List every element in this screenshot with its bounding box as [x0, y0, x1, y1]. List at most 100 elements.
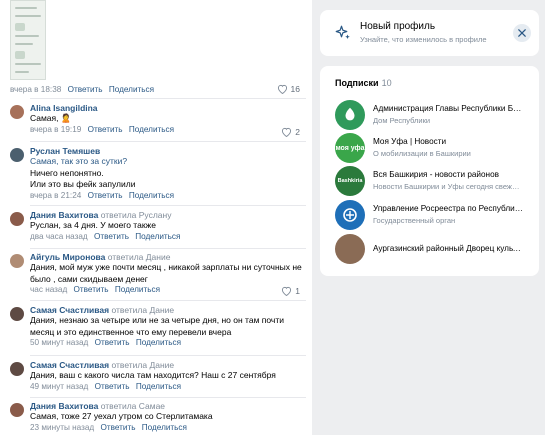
- community-avatar: [335, 200, 365, 230]
- emblem-icon: [343, 208, 357, 222]
- like-count: 2: [295, 127, 300, 137]
- community-name: Вся Башкирия - новости районов: [373, 170, 499, 179]
- like-button[interactable]: 2: [281, 127, 300, 137]
- comment-author[interactable]: Айгуль Миронова: [30, 252, 105, 262]
- community-description: О мобилизации в Башкирии: [373, 149, 471, 158]
- comment-text: Дания, незнаю за четыре или не за четыре…: [30, 315, 305, 338]
- right-sidebar: Новый профиль Узнайте, что изменилось в …: [320, 0, 545, 435]
- like-button[interactable]: 16: [277, 84, 300, 94]
- avatar[interactable]: [10, 105, 24, 119]
- community-name: Управление Росреестра по Республик…: [373, 204, 523, 213]
- reply-link[interactable]: Ответить: [94, 232, 129, 241]
- comment-time: вчера в 19:19: [30, 124, 82, 134]
- reply-link[interactable]: Ответить: [100, 423, 135, 432]
- comment-line: Дания, мой муж уже почти месяц , никакой…: [30, 262, 302, 272]
- community-description: Государственный орган: [373, 216, 456, 225]
- heart-icon: [282, 127, 292, 137]
- avatar[interactable]: [10, 403, 24, 417]
- separator: [30, 355, 306, 356]
- comment-time: час назад: [30, 285, 68, 294]
- subscription-item[interactable]: Аургазинский районный Дворец культ…: [335, 234, 535, 264]
- subscription-item[interactable]: моя уфа Моя Уфа | Новости О мобилизации …: [335, 133, 535, 163]
- community-name: Аургазинский районный Дворец культ…: [373, 244, 523, 253]
- post-image-thumbnail[interactable]: [10, 0, 46, 80]
- comment-author[interactable]: Дания Вахитова: [30, 401, 98, 411]
- subscription-item[interactable]: Bashkiria Вся Башкирия - новости районов…: [335, 166, 535, 196]
- share-link[interactable]: Поделиться: [135, 232, 180, 241]
- reply-indicator: ответила Дание: [111, 360, 175, 370]
- community-avatar: [335, 100, 365, 130]
- share-link[interactable]: Поделиться: [109, 85, 154, 94]
- share-link[interactable]: Поделиться: [136, 382, 181, 391]
- comment-text: Дания, ваш с какого числа там находится?…: [30, 370, 276, 380]
- heart-icon: [282, 286, 292, 296]
- post-time: вчера в 18:38: [10, 85, 62, 94]
- comment-author[interactable]: Дания Вахитова: [30, 210, 98, 220]
- reply-indicator: ответила Руслану: [100, 210, 172, 220]
- separator: [30, 300, 306, 301]
- reply-indicator: ответила Дание: [111, 305, 175, 315]
- comment-author[interactable]: Alina Isangildina: [30, 103, 305, 113]
- avatar[interactable]: [10, 307, 24, 321]
- comment-text: Самая, 🙎: [30, 113, 72, 123]
- reply-link[interactable]: Ответить: [68, 85, 103, 94]
- share-link[interactable]: Поделиться: [142, 423, 187, 432]
- reply-link[interactable]: Ответить: [88, 125, 123, 134]
- comment-line: месяц и это единственное что ему перевел…: [30, 326, 232, 337]
- separator: [30, 248, 306, 249]
- comment-text: Самая, так это за сутки? Ничего непонятн…: [30, 156, 305, 191]
- comment-author[interactable]: Самая Счастливая: [30, 360, 109, 370]
- community-name: Администрация Главы Республики Ба…: [373, 104, 523, 113]
- addressee: Самая, так это за сутки?: [30, 156, 128, 166]
- comment: Дания Вахитова ответила Руслану Руслан, …: [10, 210, 305, 246]
- subscriptions-card: Подписки 10 Администрация Главы Республик…: [320, 66, 539, 276]
- comment-line: Дания, незнаю за четыре или не за четыре…: [30, 315, 284, 325]
- avatar[interactable]: [10, 212, 24, 226]
- subscription-item[interactable]: Управление Росреестра по Республик… Госу…: [335, 200, 535, 230]
- separator: [30, 205, 306, 206]
- avatar-logo-text: Bashkiria: [337, 178, 363, 184]
- share-link[interactable]: Поделиться: [136, 338, 181, 347]
- reply-indicator: ответила Самае: [100, 401, 166, 411]
- emblem-icon: [345, 107, 355, 121]
- reply-link[interactable]: Ответить: [95, 338, 130, 347]
- comment-time: 23 минуты назад: [30, 422, 95, 432]
- community-avatar: моя уфа: [335, 133, 365, 163]
- separator: [30, 397, 306, 398]
- community-avatar: Bashkiria: [335, 166, 365, 196]
- comment-time: 49 минут назад: [30, 381, 89, 391]
- community-name: Моя Уфа | Новости: [373, 137, 447, 146]
- comment-time: два часа назад: [30, 231, 88, 241]
- reply-indicator: ответила Дание: [107, 252, 171, 262]
- like-button[interactable]: 1: [281, 286, 300, 296]
- comment: Самая Счастливая ответила Дание Дания, в…: [10, 360, 305, 396]
- avatar[interactable]: [10, 254, 24, 268]
- comment-line: Ничего непонятно.: [30, 167, 104, 178]
- reply-link[interactable]: Ответить: [95, 382, 130, 391]
- reply-link[interactable]: Ответить: [74, 285, 109, 294]
- comment-time: вчера в 21:24: [30, 190, 82, 200]
- comment-author[interactable]: Самая Счастливая: [30, 305, 109, 315]
- subscriptions-header[interactable]: Подписки 10: [335, 78, 392, 88]
- share-link[interactable]: Поделиться: [129, 125, 174, 134]
- share-link[interactable]: Поделиться: [129, 191, 174, 200]
- community-description: Дом Республики: [373, 116, 431, 125]
- comment-text: Руслан, за 4 дня. У моего также: [30, 220, 156, 230]
- comment: Alina Isangildina Самая, 🙎 вчера в 19:19…: [10, 103, 305, 137]
- close-button[interactable]: [513, 24, 531, 42]
- share-link[interactable]: Поделиться: [115, 285, 160, 294]
- avatar-logo-text: моя уфа: [335, 144, 365, 152]
- close-icon: [518, 29, 526, 37]
- comment-author[interactable]: Руслан Темяшев: [30, 146, 305, 156]
- subscription-item[interactable]: Администрация Главы Республики Ба… Дом Р…: [335, 100, 535, 130]
- reply-link[interactable]: Ответить: [88, 191, 123, 200]
- comment: Айгуль Миронова ответила Дание Дания, мо…: [10, 252, 305, 298]
- new-profile-banner[interactable]: Новый профиль Узнайте, что изменилось в …: [320, 10, 539, 56]
- avatar[interactable]: [10, 362, 24, 376]
- sparkle-icon: [335, 25, 350, 39]
- like-count: 16: [290, 84, 300, 94]
- comment: Руслан Темяшев Самая, так это за сутки? …: [10, 146, 305, 202]
- avatar[interactable]: [10, 148, 24, 162]
- subscriptions-title: Подписки: [335, 78, 379, 88]
- comment: Самая Счастливая ответила Дание Дания, н…: [10, 305, 305, 353]
